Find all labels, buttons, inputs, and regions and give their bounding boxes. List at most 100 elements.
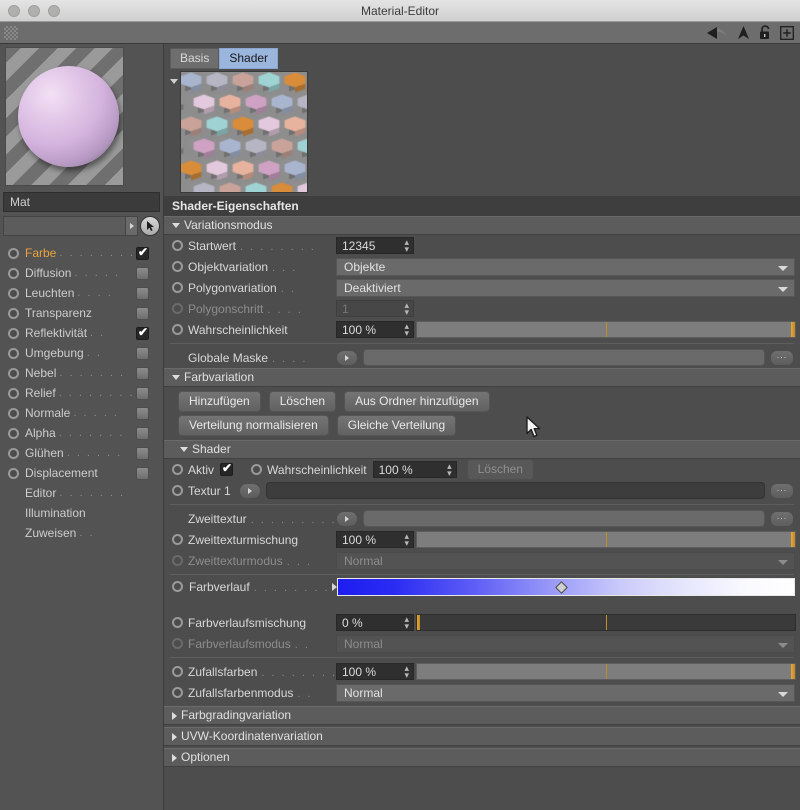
channel-checkbox[interactable] (136, 466, 149, 480)
input-wahrscheinlichkeit[interactable]: 100 % ▴ ▾ (336, 321, 414, 338)
channel-row-illumination[interactable]: Illumination (0, 503, 163, 523)
slider-knob[interactable] (791, 532, 795, 547)
channel-row-diffusion[interactable]: Diffusion. . . . . (0, 263, 163, 283)
radio-channel[interactable] (8, 347, 19, 359)
up-arrow-icon[interactable] (737, 25, 750, 40)
slider-knob[interactable] (791, 664, 795, 679)
radio-channel[interactable] (8, 247, 19, 259)
channel-row-leuchten[interactable]: Leuchten. . . . (0, 283, 163, 303)
spinner-icon[interactable]: ▴ ▾ (404, 238, 409, 254)
tab-shader[interactable]: Shader (219, 48, 279, 69)
channel-row-nebel[interactable]: Nebel. . . . . . . (0, 363, 163, 383)
radio-zufallsfarbenmodus[interactable] (172, 687, 183, 698)
material-sphere-preview[interactable] (5, 47, 124, 186)
gradient-stop-end[interactable] (784, 597, 795, 624)
radio-shader-wahrscheinlichkeit[interactable] (251, 464, 263, 475)
unlock-icon[interactable] (759, 25, 771, 40)
select-zufallsfarbenmodus[interactable]: Normal (336, 683, 795, 702)
browse-button-textur1[interactable]: ... (770, 482, 794, 499)
arrow-cursor-icon[interactable] (140, 216, 160, 236)
radio-channel[interactable] (8, 267, 19, 279)
channel-checkbox[interactable] (136, 446, 149, 460)
delete-button[interactable]: Löschen (268, 391, 337, 412)
channel-checkbox[interactable] (136, 306, 149, 320)
group-uvw-koordinatenvariation[interactable]: UVW-Koordinatenvariation (164, 727, 800, 746)
radio-channel[interactable] (8, 367, 19, 379)
group-variationsmodus[interactable]: Variationsmodus (164, 216, 800, 235)
input-shader-wahrscheinlichkeit[interactable]: 100 % ▴ ▾ (372, 461, 457, 478)
back-arrow-icon[interactable] (706, 26, 728, 40)
equal-distribution-button[interactable]: Gleiche Verteilung (336, 415, 457, 436)
gradient-midpoint-handle[interactable] (555, 581, 568, 594)
gradient-editor[interactable] (337, 578, 795, 624)
radio-channel[interactable] (8, 447, 19, 459)
channel-checkbox[interactable] (136, 325, 149, 340)
slider-zweittexturmischung[interactable] (416, 531, 796, 548)
add-from-folder-button[interactable]: Aus Ordner hinzufügen (344, 391, 490, 412)
channel-checkbox[interactable] (136, 426, 149, 440)
radio-wahrscheinlichkeit[interactable] (172, 324, 183, 335)
group-optionen[interactable]: Optionen (164, 748, 800, 767)
radio-channel[interactable] (8, 307, 19, 319)
channel-row-farbe[interactable]: Farbe. . . . . . . . (0, 243, 163, 263)
triangle-right-icon[interactable] (331, 583, 337, 591)
link-button-zweittextur[interactable] (336, 510, 358, 527)
radio-zweittexturmischung[interactable] (172, 534, 183, 545)
channel-row-normale[interactable]: Normale. . . . . (0, 403, 163, 423)
radio-aktiv[interactable] (172, 464, 183, 475)
channel-checkbox[interactable] (136, 245, 149, 260)
radio-channel[interactable] (8, 467, 19, 479)
radio-channel[interactable] (8, 327, 19, 339)
slider-knob[interactable] (791, 322, 795, 337)
spinner-icon[interactable]: ▴ ▾ (404, 615, 409, 631)
input-zufallsfarben[interactable]: 100 % ▴ ▾ (336, 663, 414, 680)
input-zweittexturmischung[interactable]: 100 % ▴ ▾ (336, 531, 414, 548)
channel-row-alpha[interactable]: Alpha. . . . . . . (0, 423, 163, 443)
channel-row-relief[interactable]: Relief. . . . . . . . (0, 383, 163, 403)
add-button[interactable]: Hinzufügen (178, 391, 261, 412)
slider-knob[interactable] (417, 615, 420, 630)
select-polygonvariation[interactable]: Deaktiviert (336, 278, 795, 297)
channel-checkbox[interactable] (136, 266, 149, 280)
slider-zufallsfarben[interactable] (416, 663, 796, 680)
material-name-field[interactable]: Mat (3, 192, 160, 212)
radio-channel[interactable] (8, 287, 19, 299)
channel-checkbox[interactable] (136, 286, 149, 300)
link-button-textur1[interactable] (238, 482, 261, 499)
channel-checkbox[interactable] (136, 366, 149, 380)
link-button-globale-maske[interactable] (336, 349, 358, 366)
radio-channel[interactable] (8, 427, 19, 439)
checkbox-aktiv[interactable] (220, 461, 234, 476)
radio-objektvariation[interactable] (172, 261, 183, 272)
group-farbgradingvariation[interactable]: Farbgradingvariation (164, 706, 800, 725)
radio-channel[interactable] (8, 407, 19, 419)
input-farbverlaufsmischung[interactable]: 0 % ▴ ▾ (336, 614, 414, 631)
shader-tiles-preview[interactable] (180, 71, 308, 193)
channel-row-transparenz[interactable]: Transparenz (0, 303, 163, 323)
channel-row-reflektivitt[interactable]: Reflektivität. . (0, 323, 163, 343)
radio-startwert[interactable] (172, 240, 183, 251)
texture-field-textur1[interactable] (265, 482, 765, 499)
channel-row-glhen[interactable]: Glühen. . . . . . (0, 443, 163, 463)
texture-field-globale-maske[interactable] (363, 349, 765, 366)
spinner-icon[interactable]: ▴ ▾ (447, 462, 452, 478)
channel-row-editor[interactable]: Editor. . . . . . . (0, 483, 163, 503)
spinner-icon[interactable]: ▴ ▾ (404, 664, 409, 680)
browse-button-globale-maske[interactable]: ... (770, 349, 794, 366)
search-input[interactable] (3, 216, 125, 236)
group-farbvariation[interactable]: Farbvariation (164, 368, 800, 387)
select-objektvariation[interactable]: Objekte (336, 257, 795, 276)
plus-box-icon[interactable] (780, 25, 794, 40)
radio-channel[interactable] (8, 387, 19, 399)
slider-farbverlaufsmischung[interactable] (416, 614, 796, 631)
spinner-icon[interactable]: ▴ ▾ (404, 532, 409, 548)
texture-field-zweittextur[interactable] (363, 510, 765, 527)
radio-farbverlauf[interactable] (172, 581, 183, 592)
group-shader[interactable]: Shader (164, 440, 800, 459)
radio-textur1[interactable] (172, 485, 183, 496)
input-startwert[interactable]: 12345 ▴ ▾ (336, 237, 414, 254)
channel-row-zuweisen[interactable]: Zuweisen. . (0, 523, 163, 543)
tab-basis[interactable]: Basis (170, 48, 220, 69)
channel-checkbox[interactable] (136, 346, 149, 360)
channel-checkbox[interactable] (136, 406, 149, 420)
